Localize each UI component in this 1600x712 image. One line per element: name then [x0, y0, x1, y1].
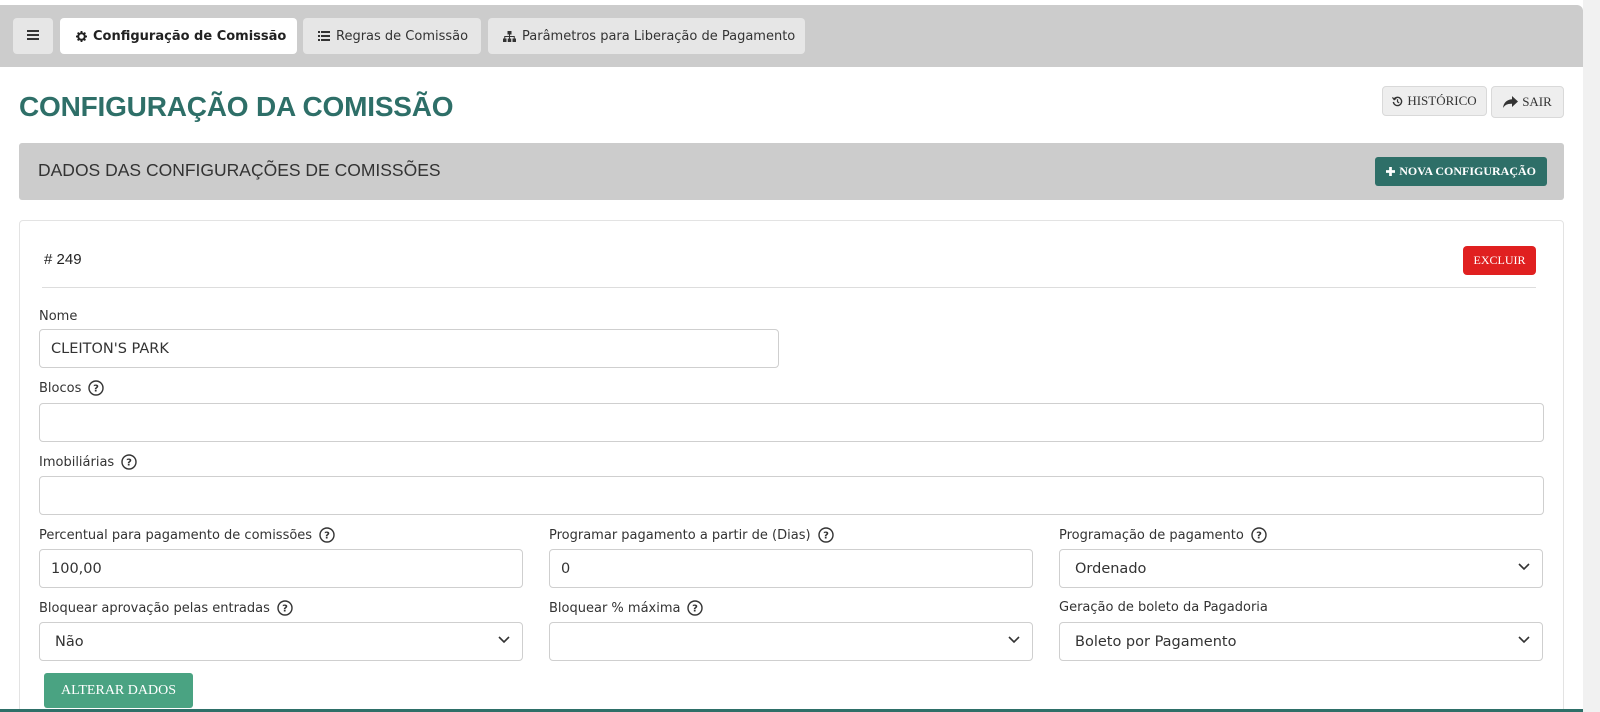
- list-icon: [318, 31, 330, 41]
- excluir-button[interactable]: EXCLUIR: [1463, 246, 1536, 275]
- programacao-label: Programação de pagamento ?: [1059, 527, 1267, 543]
- geracao-boleto-label: Geração de boleto da Pagadoria: [1059, 600, 1268, 615]
- bloquear-aprovacao-value: Não: [55, 633, 84, 650]
- alterar-dados-button[interactable]: ALTERAR DADOS: [44, 673, 193, 708]
- help-icon[interactable]: ?: [121, 454, 137, 470]
- help-icon[interactable]: ?: [88, 380, 105, 396]
- nova-configuracao-label: NOVA CONFIGURAÇÃO: [1399, 164, 1536, 178]
- nome-label-text: Nome: [39, 309, 78, 324]
- gear-icon: [76, 30, 87, 42]
- tab-regras-comissao[interactable]: Regras de Comissão: [303, 18, 481, 54]
- svg-text:?: ?: [282, 604, 288, 615]
- sair-button[interactable]: SAIR: [1491, 86, 1564, 118]
- programacao-value: Ordenado: [1075, 560, 1147, 577]
- bloquear-maxima-label: Bloquear % máxima ?: [549, 600, 704, 616]
- tab-parametros-label: Parâmetros para Liberação de Pagamento: [522, 28, 796, 44]
- help-icon[interactable]: ?: [687, 600, 704, 616]
- plus-icon: [1386, 167, 1396, 176]
- nova-configuracao-button[interactable]: NOVA CONFIGURAÇÃO: [1375, 157, 1547, 186]
- bloquear-aprovacao-label-text: Bloquear aprovação pelas entradas: [39, 600, 270, 616]
- help-icon[interactable]: ?: [319, 527, 335, 543]
- menu-toggle-button[interactable]: [13, 18, 53, 54]
- percentual-input[interactable]: 100,00: [39, 549, 523, 588]
- bloquear-aprovacao-select[interactable]: Não: [39, 622, 523, 661]
- programar-label-text: Programar pagamento a partir de (Dias): [549, 527, 811, 543]
- bloquear-aprovacao-label: Bloquear aprovação pelas entradas ?: [39, 600, 293, 616]
- imobiliarias-label: Imobiliárias ?: [39, 454, 137, 470]
- historico-button[interactable]: HISTÓRICO: [1382, 86, 1487, 116]
- programar-dias-input[interactable]: 0: [549, 549, 1033, 588]
- svg-text:?: ?: [823, 531, 829, 542]
- tab-regras-label: Regras de Comissão: [336, 28, 469, 44]
- chevron-down-icon: [1008, 636, 1020, 644]
- svg-text:?: ?: [693, 604, 699, 615]
- programacao-select[interactable]: Ordenado: [1059, 549, 1543, 588]
- tab-configuracao-comissao[interactable]: Configuração de Comissão: [60, 18, 297, 54]
- history-icon: [1392, 96, 1403, 107]
- sitemap-icon: [503, 30, 516, 42]
- tab-parametros-liberacao[interactable]: Parâmetros para Liberação de Pagamento: [488, 18, 805, 54]
- help-icon[interactable]: ?: [817, 527, 834, 543]
- divider: [42, 287, 1536, 288]
- chevron-down-icon: [498, 636, 510, 644]
- programar-label: Programar pagamento a partir de (Dias) ?: [549, 527, 834, 543]
- percentual-value: 100,00: [51, 560, 102, 577]
- tab-configuracao-label: Configuração de Comissão: [93, 28, 287, 44]
- help-icon[interactable]: ?: [277, 600, 293, 616]
- blocos-input[interactable]: [39, 403, 1544, 442]
- geracao-boleto-select[interactable]: Boleto por Pagamento: [1059, 622, 1543, 661]
- nome-value: CLEITON'S PARK: [51, 340, 169, 357]
- top-tab-bar: Configuração de Comissão Regras de Comis…: [0, 5, 1583, 67]
- help-icon[interactable]: ?: [1251, 527, 1267, 543]
- share-arrow-icon: [1503, 96, 1519, 108]
- blocos-label-text: Blocos: [39, 380, 82, 396]
- bloquear-maxima-select[interactable]: [549, 622, 1033, 661]
- page-title: CONFIGURAÇÃO DA COMISSÃO: [19, 91, 454, 122]
- geracao-boleto-label-text: Geração de boleto da Pagadoria: [1059, 600, 1268, 615]
- geracao-boleto-value: Boleto por Pagamento: [1075, 633, 1237, 650]
- imobiliarias-label-text: Imobiliárias: [39, 454, 115, 470]
- imobiliarias-input[interactable]: [39, 476, 1544, 515]
- nome-input[interactable]: CLEITON'S PARK: [39, 329, 779, 368]
- chevron-down-icon: [1518, 563, 1530, 571]
- historico-label: HISTÓRICO: [1407, 93, 1477, 108]
- hamburger-icon: [27, 29, 39, 44]
- programar-value: 0: [561, 560, 571, 577]
- section-title: DADOS DAS CONFIGURAÇÕES DE COMISSÕES: [38, 160, 441, 180]
- sair-label: SAIR: [1522, 94, 1552, 109]
- nome-label: Nome: [39, 309, 77, 324]
- svg-text:?: ?: [1256, 531, 1262, 542]
- svg-text:?: ?: [126, 458, 132, 469]
- percentual-label: Percentual para pagamento de comissões ?: [39, 527, 335, 543]
- bloquear-maxima-label-text: Bloquear % máxima: [549, 600, 681, 616]
- configuration-id: # 249: [44, 251, 82, 268]
- chevron-down-icon: [1518, 636, 1530, 644]
- svg-text:?: ?: [324, 531, 330, 542]
- page-scrollbar[interactable]: [1583, 0, 1600, 712]
- section-header: DADOS DAS CONFIGURAÇÕES DE COMISSÕES NOV…: [19, 143, 1564, 200]
- programacao-label-text: Programação de pagamento: [1059, 527, 1244, 543]
- svg-text:?: ?: [93, 384, 99, 395]
- blocos-label: Blocos ?: [39, 380, 105, 396]
- percentual-label-text: Percentual para pagamento de comissões: [39, 527, 313, 543]
